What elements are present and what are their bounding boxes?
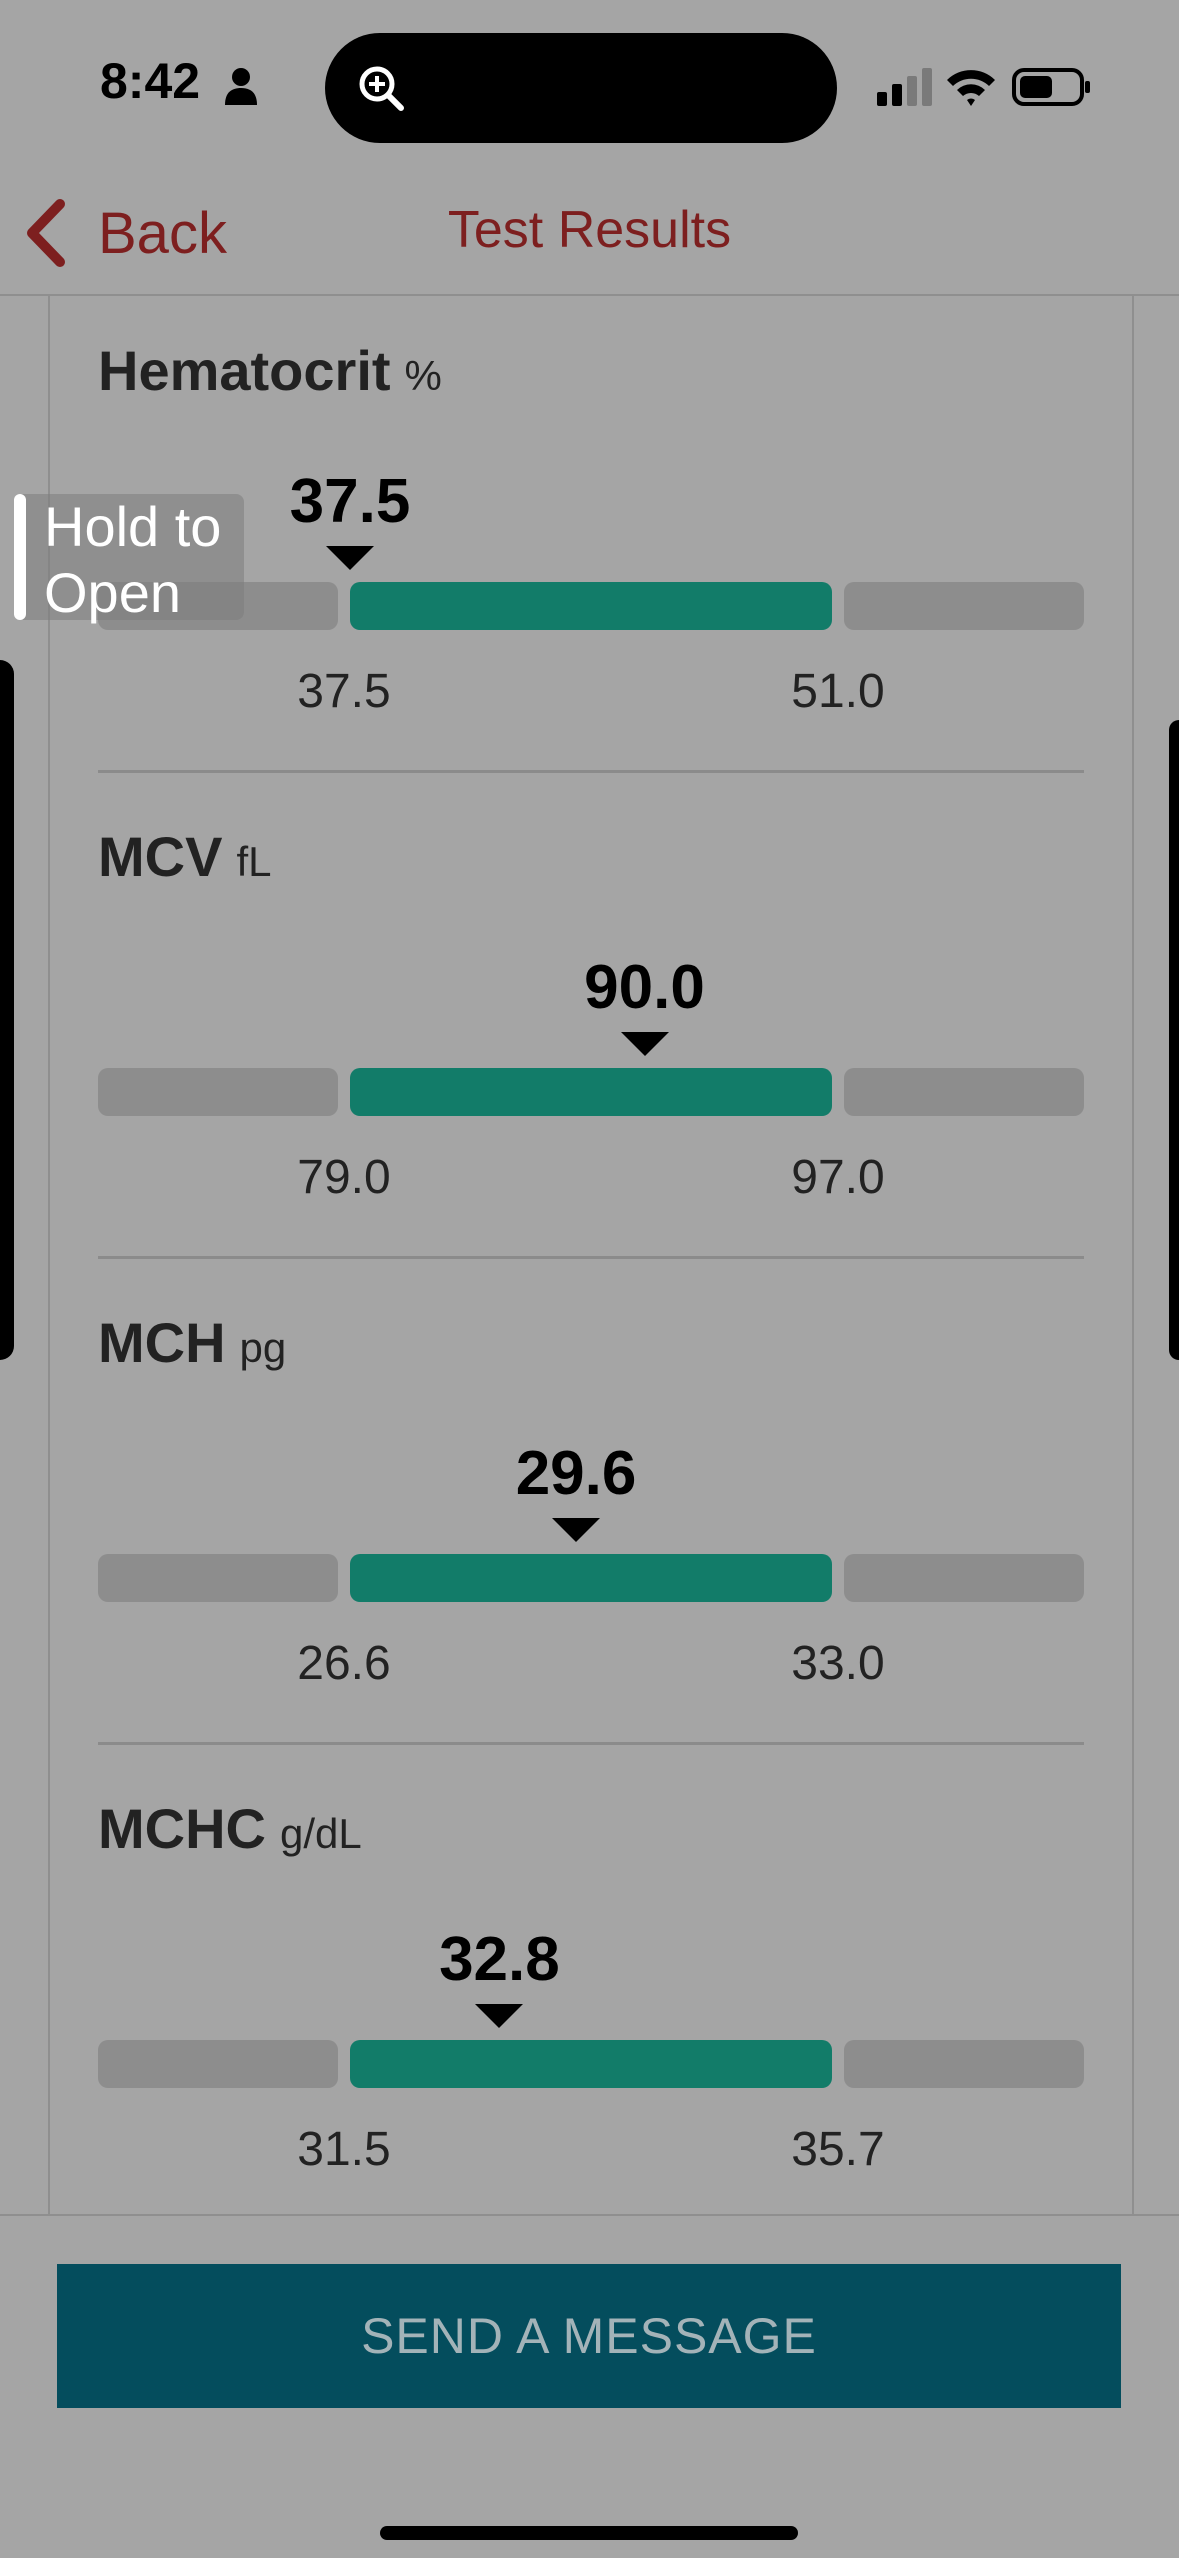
- result-mch: MCH pg 29.6 26.6 33.0: [98, 1268, 1084, 1752]
- result-title: MCHC g/dL: [98, 1796, 362, 1861]
- high-limit-label: 33.0: [791, 1637, 885, 1690]
- result-hematocrit: Hematocrit% 37.5 37.5 51.0: [98, 296, 1084, 780]
- result-value: 90.0: [584, 953, 705, 1022]
- low-range-bar: [98, 1068, 338, 1116]
- high-limit-label: 51.0: [791, 665, 885, 718]
- divider: [98, 1256, 1084, 1259]
- high-range-bar: [844, 1068, 1084, 1116]
- normal-range-bar: [350, 2040, 832, 2088]
- low-limit-label: 37.5: [297, 665, 391, 718]
- status-time: 8:42: [100, 53, 201, 109]
- value-marker: [326, 546, 374, 570]
- result-title: MCV fL: [98, 824, 271, 889]
- low-limit-label: 31.5: [297, 2123, 391, 2176]
- normal-range-bar: [350, 1554, 832, 1602]
- result-value: 37.5: [289, 467, 411, 536]
- hold-label-line1: Hold to: [44, 495, 222, 558]
- battery-icon: [1012, 68, 1090, 106]
- divider: [98, 770, 1084, 773]
- home-indicator[interactable]: [380, 2526, 798, 2540]
- result-unit: %: [404, 352, 442, 399]
- page-title: Test Results: [447, 201, 732, 259]
- result-unit: g/dL: [279, 1810, 362, 1857]
- result-title: MCH pg: [98, 1310, 286, 1375]
- high-range-bar: [844, 2040, 1084, 2088]
- status-bar: 8:42: [0, 0, 1179, 170]
- hold-to-open-overlay[interactable]: Hold to Open: [14, 494, 244, 624]
- high-limit-label: 35.7: [791, 2123, 885, 2176]
- high-range-bar: [844, 1554, 1084, 1602]
- cellular-signal-icon: [877, 68, 932, 106]
- low-limit-label: 26.6: [297, 1637, 391, 1690]
- result-value: 29.6: [515, 1439, 637, 1508]
- screen-edge-left: [0, 660, 14, 1360]
- result-value: 32.8: [439, 1925, 560, 1994]
- result-name: MCH: [98, 1311, 226, 1374]
- send-message-button[interactable]: SEND A MESSAGE: [57, 2264, 1121, 2408]
- high-limit-label: 97.0: [791, 1151, 885, 1204]
- wifi-icon: [947, 70, 995, 106]
- divider: [98, 1742, 1084, 1745]
- result-unit: fL: [236, 838, 272, 885]
- low-range-bar: [98, 2040, 338, 2088]
- normal-range-bar: [350, 1068, 832, 1116]
- value-marker: [475, 2004, 524, 2028]
- navigation-bar: Back Test Results: [0, 170, 1179, 296]
- zoom-in-icon: [359, 66, 404, 111]
- result-name: MCV: [98, 825, 223, 888]
- footer: SEND A MESSAGE: [0, 2214, 1179, 2558]
- normal-range-bar: [350, 582, 832, 630]
- high-range-bar: [844, 582, 1084, 630]
- result-name: MCHC: [98, 1797, 266, 1860]
- person-icon: [225, 68, 257, 105]
- low-range-bar: [98, 1554, 338, 1602]
- result-mchc: MCHC g/dL 32.8 31.5 35.7: [98, 1754, 1084, 2238]
- hold-label-line2: Open: [44, 561, 181, 624]
- value-marker: [620, 1032, 669, 1056]
- hold-handle: [14, 494, 26, 620]
- result-title: Hematocrit%: [98, 338, 442, 403]
- hold-to-open-label: Hold to Open: [44, 494, 221, 626]
- result-name: Hematocrit: [98, 339, 391, 402]
- result-mcv: MCV fL 90.0 79.0 97.0: [98, 782, 1084, 1266]
- value-marker: [552, 1518, 601, 1542]
- low-limit-label: 79.0: [297, 1151, 391, 1204]
- screen-edge-right: [1169, 720, 1179, 1360]
- result-unit: pg: [239, 1324, 287, 1371]
